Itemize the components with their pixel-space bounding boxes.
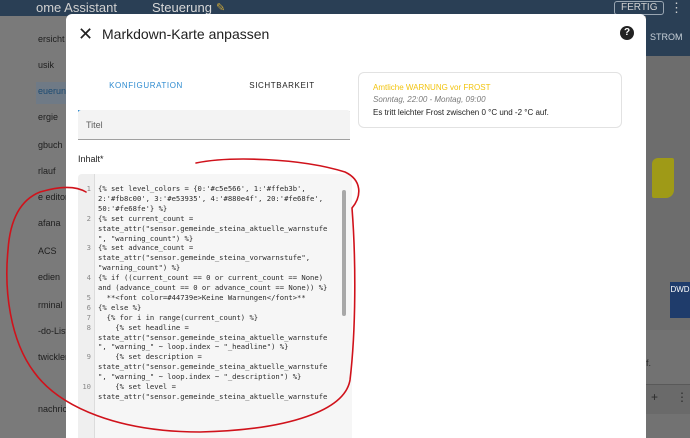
sidebar-item[interactable]: afana	[38, 218, 61, 228]
editor-tabs: KONFIGURATION SICHTBARKEIT	[78, 76, 350, 112]
code-text: {% set advance_count =	[98, 243, 194, 253]
line-number: 5	[86, 292, 91, 302]
code-text: 2:'#fb8c00', 3:'#e53935', 4:'#880e4f', 2…	[98, 193, 324, 203]
tab-configuration[interactable]: KONFIGURATION	[78, 76, 214, 112]
sidebar-item[interactable]: twickler	[38, 352, 68, 362]
help-icon[interactable]: ?	[620, 26, 634, 40]
code-text: "warning_count") %}	[98, 263, 181, 273]
line-number: 9	[86, 352, 91, 362]
pencil-icon[interactable]: ✎	[216, 1, 225, 14]
code-text: {% set level_colors = {0:'#c5e566', 1:'#…	[98, 184, 306, 193]
code-text: {% if ((current_count == 0 or current_co…	[98, 273, 324, 283]
line-number: 2	[86, 213, 91, 223]
line-number: 4	[86, 273, 91, 283]
warning-headline: Amtliche WARNUNG vor FROST	[373, 83, 491, 92]
warning-map-region	[652, 158, 674, 198]
line-number: 1	[86, 184, 91, 193]
sidebar-item[interactable]: usik	[38, 60, 54, 70]
code-text: and (advance_count == 0 or advance_count…	[98, 283, 328, 292]
title-input-label: Titel	[86, 120, 103, 130]
code-text: ", "warning_" ~ loop.index ~ "_descripti…	[98, 372, 302, 382]
code-text: state_attr("sensor.gemeinde_steina_vorwa…	[98, 253, 311, 263]
content-code-editor[interactable]: 1 {% set level_colors = {0:'#c5e566', 1:'…	[78, 174, 352, 438]
line-number: 8	[86, 322, 91, 332]
code-text: {% set description =	[98, 352, 202, 362]
edit-card-dialog: ✕ Markdown-Karte anpassen ? KONFIGURATIO…	[66, 14, 646, 438]
code-text: {% else %}	[98, 302, 142, 312]
sidebar-item[interactable]: ersicht	[38, 34, 65, 44]
code-text: state_attr("sensor.gemeinde_steina_aktue…	[98, 362, 328, 372]
tab-visibility[interactable]: SICHTBARKEIT	[214, 76, 350, 112]
line-number: 6	[86, 302, 91, 312]
sidebar-item[interactable]: edien	[38, 272, 60, 282]
warning-description: Es tritt leichter Frost zwischen 0 °C un…	[373, 108, 549, 117]
close-icon[interactable]: ✕	[78, 24, 93, 44]
sidebar-item[interactable]: rminal	[38, 300, 63, 310]
card-text-fragment: f.	[646, 358, 652, 368]
dwd-logo: DWD	[670, 282, 690, 318]
done-button[interactable]: FERTIG	[614, 1, 665, 15]
warning-time: Sonntag, 22:00 - Montag, 09:00	[373, 95, 486, 104]
dialog-title: Markdown-Karte anpassen	[102, 26, 270, 42]
line-number: 3	[86, 243, 91, 253]
tab-strom[interactable]: STROM	[650, 32, 683, 42]
code-text: **<font color=#44739e>Keine Warnungen</f…	[98, 292, 306, 302]
title-input[interactable]: Titel	[78, 110, 350, 140]
code-text: {% for i in range(current_count) %}	[98, 312, 259, 322]
code-text: {% set headline =	[98, 322, 189, 332]
code-text: {% set current_count =	[98, 213, 194, 223]
line-number: 10	[82, 382, 91, 391]
code-text: 50:'#fe68fe'} %}	[98, 203, 168, 213]
sidebar-item[interactable]: -do-List	[38, 326, 68, 336]
code-text: ", "warning_count") %}	[98, 233, 194, 243]
card-more-icon[interactable]: ⋮	[676, 390, 688, 404]
code-text: state_attr("sensor.gemeinde_steina_aktue…	[98, 223, 328, 233]
line-number: 7	[86, 312, 91, 322]
code-editor-scrollbar[interactable]	[342, 190, 346, 316]
sidebar-item[interactable]: rlauf	[38, 166, 56, 176]
markdown-preview-card: Amtliche WARNUNG vor FROST Sonntag, 22:0…	[358, 72, 622, 128]
code-text: state_attr("sensor.gemeinde_steina_aktue…	[98, 332, 328, 342]
sidebar-item[interactable]: ergie	[38, 112, 58, 122]
overflow-menu-icon[interactable]: ⋮	[670, 0, 683, 16]
code-text: ", "warning_" ~ loop.index ~ "_headline"…	[98, 342, 289, 352]
content-label: Inhalt*	[78, 154, 104, 164]
code-text: {% set level =	[98, 382, 176, 391]
sidebar-item[interactable]: e editor	[38, 192, 68, 202]
sidebar-item[interactable]: gbuch	[38, 140, 63, 150]
code-text: state_attr("sensor.gemeinde_steina_aktue…	[98, 391, 328, 401]
add-icon[interactable]: +	[651, 390, 658, 404]
sidebar-item[interactable]: ACS	[38, 246, 57, 256]
